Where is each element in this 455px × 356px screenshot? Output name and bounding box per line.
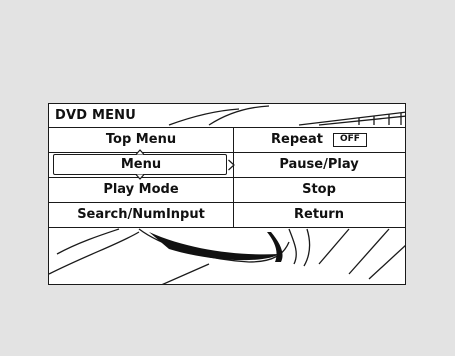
menu-title: DVD MENU <box>55 108 137 123</box>
menu-grid: Top Menu Menu Play Mode Search/NumInput … <box>49 127 405 228</box>
menu-label: Menu <box>120 157 162 172</box>
grid-line-1 <box>49 152 405 153</box>
grid-line-2 <box>49 177 405 178</box>
down-arrow-icon <box>135 174 145 180</box>
up-arrow-icon <box>135 149 145 155</box>
grid-line-vertical <box>233 127 234 227</box>
search-numinput-button[interactable]: Search/NumInput <box>49 202 233 227</box>
top-menu-label: Top Menu <box>105 132 177 147</box>
repeat-status-badge: OFF <box>332 132 367 147</box>
play-mode-label: Play Mode <box>103 182 179 197</box>
stop-label: Stop <box>302 182 336 197</box>
search-numinput-label: Search/NumInput <box>77 207 205 222</box>
pause-play-label: Pause/Play <box>279 157 359 172</box>
stop-button[interactable]: Stop <box>233 177 405 202</box>
repeat-button[interactable]: Repeat OFF <box>233 127 405 152</box>
right-arrow-icon <box>228 159 235 171</box>
grid-line-3 <box>49 202 405 203</box>
pause-play-button[interactable]: Pause/Play <box>233 152 405 177</box>
play-mode-button[interactable]: Play Mode <box>49 177 233 202</box>
repeat-label: Repeat <box>271 132 323 147</box>
return-label: Return <box>294 207 344 222</box>
grid-line-bottom <box>49 227 405 228</box>
grid-line-top <box>49 127 405 128</box>
return-button[interactable]: Return <box>233 202 405 227</box>
dvd-menu-screen: DVD MENU Top Menu Menu Play Mode Search/… <box>48 103 406 285</box>
